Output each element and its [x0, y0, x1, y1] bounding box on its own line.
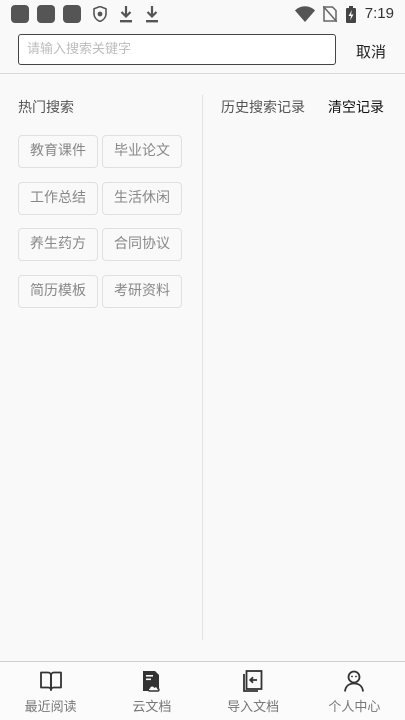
app-icon	[63, 5, 81, 23]
import-document-icon	[243, 670, 263, 692]
nav-label: 导入文档	[227, 700, 280, 715]
hot-tag[interactable]: 合同协议	[102, 228, 182, 261]
nav-label: 最近阅读	[24, 700, 77, 715]
hot-tag[interactable]: 毕业论文	[102, 135, 182, 168]
status-time: 7:19	[364, 5, 394, 22]
cancel-button[interactable]: 取消	[356, 41, 386, 62]
app-icon	[11, 5, 29, 23]
status-bar-right: 7:19	[294, 4, 394, 24]
hot-tag[interactable]: 养生药方	[18, 228, 98, 261]
download-icon	[146, 6, 158, 23]
search-header: 取消	[0, 28, 405, 73]
bottom-nav: 最近阅读 云文档 导入文档 个人中心	[0, 662, 405, 720]
nav-recent-reading[interactable]: 最近阅读	[0, 662, 101, 720]
shield-icon	[93, 6, 107, 22]
wifi-icon	[294, 6, 315, 22]
status-bar: 7:19	[0, 0, 405, 28]
hot-search-title: 热门搜索	[18, 100, 74, 116]
nav-label: 个人中心	[328, 700, 381, 715]
download-icon	[120, 6, 132, 23]
cloud-document-icon	[142, 671, 160, 692]
app-icon	[37, 5, 55, 23]
header-divider	[0, 73, 405, 74]
search-input[interactable]	[18, 34, 336, 65]
status-bar-left	[11, 5, 171, 23]
panel-divider	[202, 95, 203, 640]
nav-import-docs[interactable]: 导入文档	[203, 662, 304, 720]
hot-tag[interactable]: 教育课件	[18, 135, 98, 168]
hot-tag[interactable]: 工作总结	[18, 182, 98, 215]
history-title: 历史搜索记录	[221, 100, 305, 116]
hot-tag[interactable]: 简历模板	[18, 275, 98, 308]
person-icon	[344, 670, 365, 692]
no-sim-icon	[322, 6, 337, 22]
hot-tag[interactable]: 生活休闲	[102, 182, 182, 215]
battery-charging-icon	[345, 5, 356, 23]
nav-personal-center[interactable]: 个人中心	[304, 662, 405, 720]
open-book-icon	[39, 671, 62, 691]
nav-cloud-docs[interactable]: 云文档	[101, 662, 202, 720]
nav-label: 云文档	[132, 700, 172, 715]
clear-history-button[interactable]: 清空记录	[328, 97, 384, 117]
hot-tag[interactable]: 考研资料	[102, 275, 182, 308]
